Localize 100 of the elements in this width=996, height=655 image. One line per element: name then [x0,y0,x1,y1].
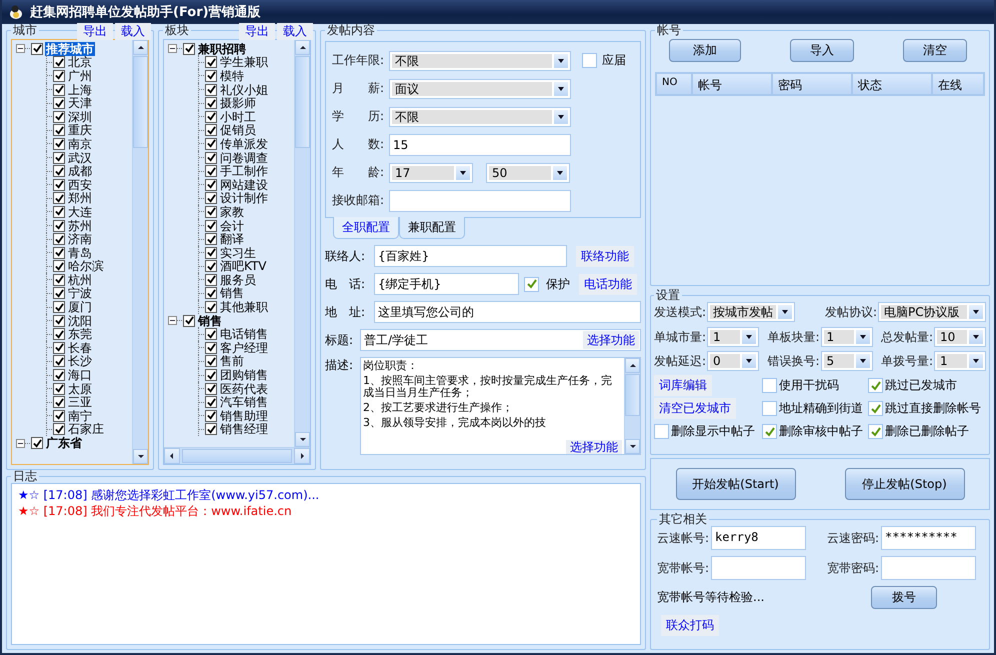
action-button[interactable]: 导入 [790,39,854,62]
checkbox[interactable] [53,220,65,232]
tree-item[interactable]: 东莞 [67,327,93,342]
checkbox[interactable] [53,84,65,96]
checkbox[interactable] [205,84,217,96]
tree-item[interactable]: 家教 [219,204,245,219]
checkbox[interactable] [53,192,65,204]
tree-item[interactable]: 服务员 [219,272,257,287]
checkbox[interactable] [53,152,65,164]
input-field[interactable] [881,556,976,580]
tree-item[interactable]: 销售助理 [219,408,269,423]
checkbox[interactable] [53,233,65,246]
tree-item[interactable]: 武汉 [67,150,93,165]
panel-link-button[interactable]: 导出 [239,23,275,40]
input-field[interactable]: kerry8 [711,526,806,550]
checkbox[interactable] [205,382,217,395]
checkbox[interactable] [868,378,883,393]
dropdown[interactable]: 0 [707,351,760,371]
tab[interactable]: 全职配置 [333,217,399,239]
tree-item[interactable]: 兼职招聘 [197,42,247,56]
checkbox[interactable] [205,369,217,382]
dropdown[interactable]: 按城市发帖 [707,302,796,322]
checkbox[interactable] [762,401,777,416]
collapse-toggle[interactable] [16,438,25,448]
checkbox[interactable] [53,396,65,408]
checkbox[interactable] [205,410,217,422]
checkbox[interactable] [205,423,217,436]
tree-item[interactable]: 网站建设 [219,178,269,192]
checkbox[interactable] [868,424,883,439]
vertical-scrollbar[interactable] [132,40,148,464]
tree-item[interactable]: 济南 [67,232,93,246]
tree-item[interactable]: 杭州 [67,272,93,287]
checkbox[interactable] [762,424,777,439]
checkbox[interactable] [205,355,217,368]
dropdown[interactable]: 不限 [389,50,571,70]
checkbox[interactable] [53,56,65,68]
checkbox[interactable] [53,138,65,150]
column-header[interactable]: 密码 [772,73,852,95]
input-field[interactable]: 这里填写您公司的 [374,301,641,323]
checkbox[interactable] [31,42,43,55]
tree-item[interactable]: 汽车销售 [219,395,269,410]
tree-item[interactable]: 上海 [67,82,93,97]
tree-item[interactable]: 广东省 [45,436,83,450]
tree-item[interactable]: 模特 [219,68,245,83]
checkbox[interactable] [183,314,195,327]
checkbox[interactable] [53,165,65,178]
tree-item[interactable]: 设计制作 [219,191,269,206]
column-header[interactable]: 帐号 [692,73,772,95]
tree-item[interactable]: 销售经理 [219,422,269,436]
dropdown[interactable]: 17 [389,162,473,182]
tree-item[interactable]: 苏州 [67,218,93,233]
input-field[interactable]: {百家姓} [374,245,567,267]
tree-item[interactable]: 海口 [67,368,93,382]
tab[interactable]: 兼职配置 [399,217,465,239]
tree-item[interactable]: 大连 [67,204,93,219]
checkbox[interactable] [53,382,65,395]
checkbox[interactable] [205,328,217,340]
tree-item[interactable]: 团购销售 [219,368,269,382]
tree-item[interactable]: 南宁 [67,408,93,423]
tree-item[interactable]: 礼仪小姐 [219,82,269,97]
collapse-toggle[interactable] [168,44,177,54]
checkbox[interactable] [205,301,217,314]
checkbox[interactable] [53,423,65,436]
tree-item[interactable]: 销售 [197,314,223,328]
dropdown[interactable]: 50 [486,162,570,182]
checkbox[interactable] [53,97,65,110]
dropdown[interactable]: 1 [934,351,986,371]
checkbox[interactable] [53,110,65,123]
checkbox[interactable] [205,287,217,300]
input-field[interactable] [711,556,806,580]
checkbox[interactable] [205,56,217,68]
dial-button[interactable]: 拨号 [871,586,937,609]
tree-item[interactable]: 酒吧KTV [219,259,268,274]
checkbox[interactable] [53,355,65,368]
function-button[interactable]: 联络功能 [576,246,634,266]
checkbox[interactable] [524,276,539,292]
tree-item[interactable]: 会计 [219,218,245,233]
collapse-toggle[interactable] [16,44,25,54]
function-button[interactable]: 电话功能 [579,274,637,294]
input-field[interactable]: {绑定手机} [374,273,519,295]
checkbox[interactable] [205,70,217,82]
checkbox[interactable] [205,97,217,110]
function-button[interactable]: 选择功能 [566,440,622,454]
collapse-toggle[interactable] [168,316,177,326]
checkbox[interactable] [53,369,65,382]
checkbox[interactable] [183,42,195,55]
vertical-scrollbar[interactable] [294,40,310,447]
tree-item[interactable]: 长春 [67,340,93,355]
checkbox[interactable] [205,124,217,136]
checkbox[interactable] [53,260,65,272]
link-button[interactable]: 清空已发城市 [654,398,736,419]
checkbox[interactable] [205,192,217,204]
checkbox[interactable] [53,314,65,327]
checkbox[interactable] [31,437,43,450]
tree-item[interactable]: 郑州 [67,191,93,206]
checkbox[interactable] [53,328,65,340]
tree-item[interactable]: 成都 [67,164,93,178]
action-button[interactable]: 开始发帖(Start) [676,468,796,500]
column-header[interactable]: NO [656,73,692,95]
tree-item[interactable]: 天津 [67,96,93,110]
